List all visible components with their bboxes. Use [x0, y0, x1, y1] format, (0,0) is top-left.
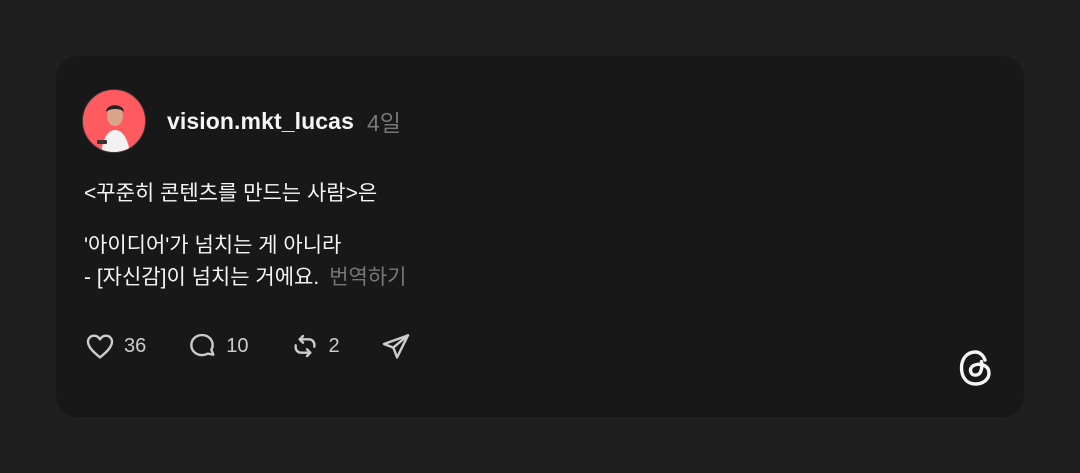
- like-button[interactable]: 36: [84, 330, 146, 362]
- post-card: vision.mkt_lucas 4일 <꾸준히 콘텐츠를 만드는 사람>은 '…: [56, 56, 1024, 417]
- translate-link[interactable]: 번역하기: [329, 266, 406, 289]
- post-body: <꾸준히 콘텐츠를 만드는 사람>은 '아이디어'가 넘치는 게 아니라 - […: [84, 178, 904, 294]
- avatar[interactable]: [82, 89, 146, 153]
- post-header: vision.mkt_lucas 4일: [82, 89, 401, 153]
- comment-bubble-icon: [190, 333, 215, 357]
- post-paragraph: '아이디어'가 넘치는 게 아니라 - [자신감]이 넘치는 거에요. 번역하기: [84, 230, 904, 294]
- comment-button[interactable]: 10: [186, 330, 249, 362]
- post-text-line-1: <꾸준히 콘텐츠를 만드는 사람>은: [84, 182, 378, 205]
- action-bar: 36 10 2: [84, 330, 452, 362]
- threads-logo-icon[interactable]: [956, 346, 996, 395]
- repost-count: 2: [328, 334, 340, 357]
- send-icon: [382, 334, 409, 359]
- threads-logo-svg: [959, 350, 991, 386]
- post-text-line-2: '아이디어'가 넘치는 게 아니라: [84, 234, 342, 257]
- repost-icon: [293, 334, 316, 358]
- share-button[interactable]: [380, 330, 412, 362]
- avatar-person-illustration: [83, 90, 145, 152]
- repost-button[interactable]: 2: [289, 330, 340, 362]
- username[interactable]: vision.mkt_lucas: [167, 108, 354, 135]
- post-text-line-3: - [자신감]이 넘치는 거에요.: [84, 266, 320, 289]
- heart-icon: [86, 334, 114, 359]
- comment-count: 10: [226, 334, 249, 357]
- like-count: 36: [124, 334, 147, 357]
- post-time[interactable]: 4일: [367, 104, 401, 138]
